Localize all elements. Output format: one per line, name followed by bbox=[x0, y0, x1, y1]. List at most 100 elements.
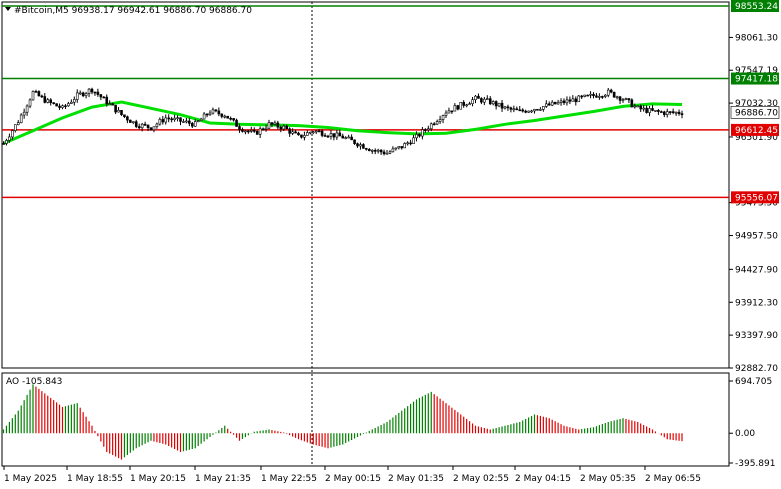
candle-body bbox=[11, 130, 14, 138]
candle-body bbox=[114, 104, 117, 113]
candle-body bbox=[31, 91, 35, 101]
candle-body bbox=[592, 93, 595, 97]
candle-body bbox=[598, 96, 601, 98]
candle-body bbox=[441, 115, 445, 120]
candle-body bbox=[642, 107, 645, 110]
candle-body bbox=[208, 112, 212, 116]
candle-body bbox=[403, 143, 407, 149]
candle-body bbox=[550, 101, 554, 106]
candle-body bbox=[350, 136, 353, 141]
candle-body bbox=[429, 123, 433, 130]
candle-body bbox=[90, 88, 94, 93]
candle-body bbox=[447, 110, 451, 114]
candle-body bbox=[326, 135, 330, 138]
level-label: 97417.18 bbox=[735, 75, 778, 85]
candle-body bbox=[226, 115, 229, 119]
candle-body bbox=[261, 128, 265, 131]
x-tick-label: 1 May 21:35 bbox=[195, 474, 251, 484]
candle-body bbox=[46, 99, 50, 103]
candle-body bbox=[373, 150, 377, 152]
candle-body bbox=[562, 100, 566, 104]
candle-body bbox=[615, 96, 619, 99]
candle-body bbox=[518, 109, 522, 112]
candle-body bbox=[583, 94, 586, 97]
chart-canvas: 98061.3097547.1997032.3096501.9095473.50… bbox=[0, 0, 781, 489]
candle-body bbox=[553, 101, 557, 105]
candle-body bbox=[43, 96, 47, 103]
x-tick-label: 2 May 04:15 bbox=[515, 474, 571, 484]
candle-body bbox=[8, 136, 11, 141]
x-tick-label: 1 May 2025 bbox=[4, 474, 57, 484]
ao-tick-label: -395.891 bbox=[735, 459, 775, 469]
candle-body bbox=[105, 96, 109, 105]
candle-body bbox=[665, 111, 669, 115]
candle-body bbox=[406, 142, 409, 145]
chart-header: #Bitcoin,M5 96938.17 96942.61 96886.70 9… bbox=[14, 6, 252, 16]
candle-body bbox=[379, 149, 383, 153]
level-label: 95556.07 bbox=[735, 193, 778, 203]
candle-body bbox=[412, 137, 415, 144]
candle-body bbox=[52, 102, 55, 104]
candle-body bbox=[606, 89, 610, 96]
candle-body bbox=[81, 92, 85, 97]
candle-body bbox=[99, 94, 103, 98]
candle-body bbox=[544, 103, 548, 107]
candle-body bbox=[75, 92, 79, 100]
candle-body bbox=[506, 106, 510, 109]
candle-body bbox=[477, 95, 480, 99]
level-label: 98553.24 bbox=[735, 2, 778, 12]
candle-body bbox=[191, 123, 194, 127]
candle-body bbox=[574, 98, 578, 103]
candle-body bbox=[376, 149, 380, 152]
candle-body bbox=[258, 128, 262, 135]
candle-body bbox=[314, 130, 318, 133]
candle-body bbox=[64, 105, 67, 108]
candle-body bbox=[270, 122, 274, 125]
candle-body bbox=[359, 144, 362, 147]
candle-body bbox=[536, 108, 539, 111]
candle-body bbox=[624, 98, 628, 100]
candle-body bbox=[338, 132, 342, 137]
candle-body bbox=[465, 104, 468, 107]
chart-background bbox=[0, 0, 781, 489]
candle-body bbox=[229, 117, 232, 120]
candle-body bbox=[317, 130, 321, 133]
candle-body bbox=[232, 118, 235, 121]
candle-body bbox=[34, 91, 38, 93]
candle-body bbox=[279, 126, 283, 130]
candle-body bbox=[311, 131, 315, 134]
ao-title: AO -105.843 bbox=[6, 377, 62, 387]
candle-body bbox=[108, 103, 111, 105]
x-tick-label: 1 May 22:55 bbox=[261, 474, 317, 484]
candle-body bbox=[193, 121, 197, 127]
candle-body bbox=[382, 151, 386, 155]
candle-body bbox=[14, 124, 17, 131]
candle-body bbox=[332, 133, 336, 138]
candle-body bbox=[308, 131, 312, 134]
candle-body bbox=[132, 121, 135, 123]
candle-body bbox=[238, 126, 241, 130]
candle-body bbox=[25, 105, 29, 113]
candle-body bbox=[497, 102, 501, 107]
candle-body bbox=[533, 108, 536, 112]
candle-body bbox=[306, 132, 309, 136]
candle-body bbox=[365, 148, 368, 150]
ao-tick-label: 0.00 bbox=[735, 429, 755, 439]
candle-body bbox=[474, 95, 477, 100]
candle-body bbox=[515, 108, 519, 111]
candle-body bbox=[273, 122, 277, 125]
candle-body bbox=[329, 133, 333, 137]
candle-body bbox=[199, 118, 203, 122]
candle-body bbox=[205, 113, 209, 116]
y-tick-label: 94957.50 bbox=[735, 232, 778, 242]
y-tick-label: 98061.30 bbox=[735, 33, 778, 43]
candle-body bbox=[627, 98, 631, 101]
candle-body bbox=[123, 114, 126, 118]
candle-body bbox=[362, 144, 365, 149]
candle-body bbox=[37, 91, 41, 97]
candle-body bbox=[288, 128, 291, 134]
candle-body bbox=[468, 103, 471, 106]
y-tick-label: 93397.90 bbox=[735, 331, 778, 341]
candle-body bbox=[134, 121, 138, 127]
candle-body bbox=[126, 116, 129, 121]
